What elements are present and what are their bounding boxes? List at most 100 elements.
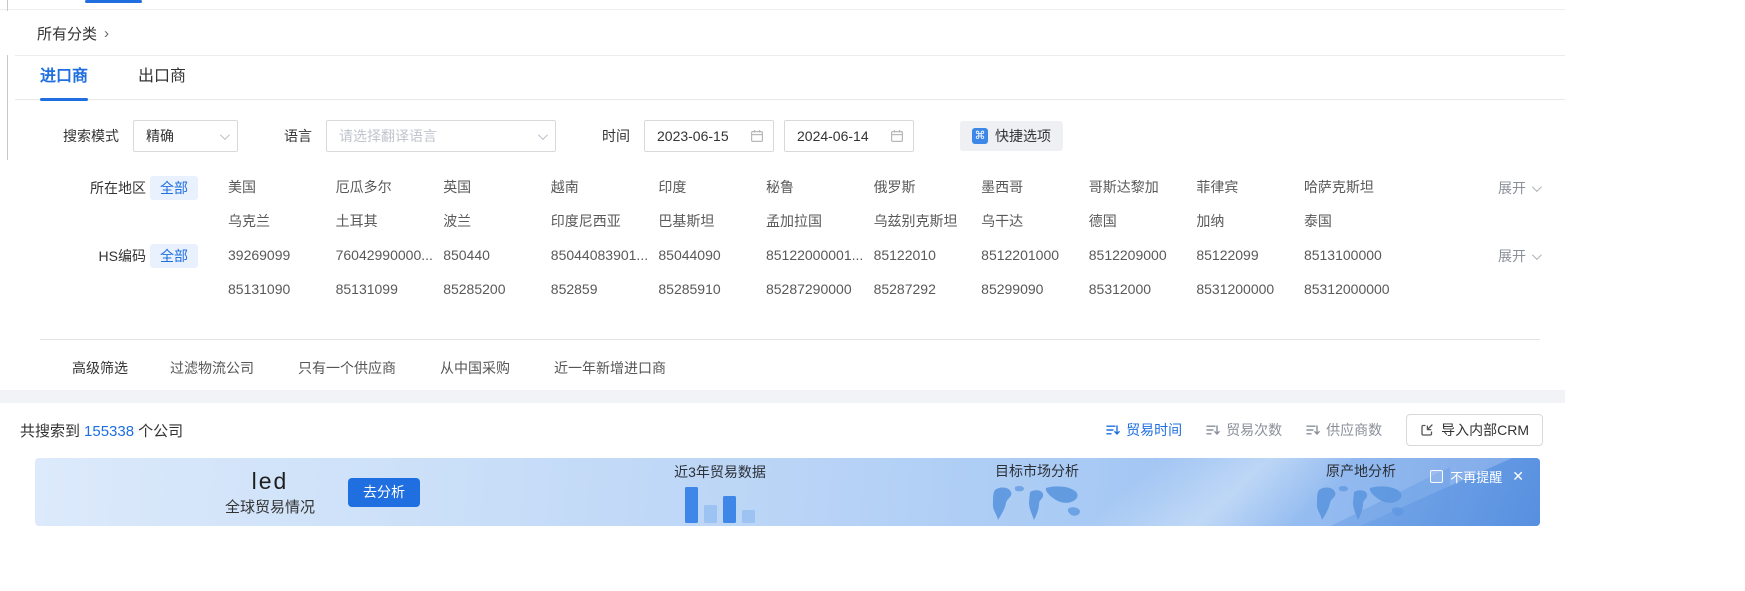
breadcrumb[interactable]: 所有分类 › [37, 23, 109, 44]
hs-code-option[interactable]: 85312000 [1089, 278, 1197, 300]
quick-options-button[interactable]: ⌘ 快捷选项 [960, 121, 1063, 151]
start-date-input[interactable]: 2023-06-15 [644, 120, 774, 152]
region-row-1: 美国厄瓜多尔英国越南印度秘鲁俄罗斯墨西哥哥斯达黎加菲律宾哈萨克斯坦 [228, 176, 1412, 198]
region-option[interactable]: 哈萨克斯坦 [1304, 176, 1412, 198]
results-header: 共搜索到155338个公司 贸易时间 贸易次数 [0, 403, 1565, 455]
region-option[interactable]: 俄罗斯 [874, 176, 982, 198]
advanced-option[interactable]: 从中国采购 [440, 358, 510, 378]
region-option[interactable]: 德国 [1089, 210, 1197, 232]
analyze-button[interactable]: 去分析 [348, 478, 420, 507]
region-option[interactable]: 印度尼西亚 [551, 210, 659, 232]
hs-code-option[interactable]: 76042990000... [336, 244, 444, 266]
origin-title: 原产地分析 [1305, 461, 1417, 481]
region-option[interactable]: 泰国 [1304, 210, 1412, 232]
region-option[interactable]: 印度 [658, 176, 766, 198]
chevron-down-icon [220, 130, 230, 140]
region-option[interactable]: 乌克兰 [228, 210, 336, 232]
advanced-filter-row: 高级筛选 过滤物流公司只有一个供应商从中国采购近一年新增进口商 [15, 358, 1565, 378]
dismiss-checkbox[interactable] [1430, 470, 1443, 483]
language-select[interactable]: 请选择翻译语言 [326, 120, 556, 152]
region-option[interactable]: 乌干达 [981, 210, 1089, 232]
hs-code-option[interactable]: 8512201000 [981, 244, 1089, 266]
hs-code-facet: HS编码 全部 3926909976042990000...8504408504… [15, 244, 1565, 300]
hs-all-chip[interactable]: 全部 [150, 244, 198, 268]
region-facet: 所在地区 全部 美国厄瓜多尔英国越南印度秘鲁俄罗斯墨西哥哥斯达黎加菲律宾哈萨克斯… [15, 176, 1565, 232]
region-row-2: 乌克兰土耳其波兰印度尼西亚巴基斯坦孟加拉国乌兹别克斯坦乌干达德国加纳泰国 [228, 210, 1412, 232]
advanced-option[interactable]: 近一年新增进口商 [554, 358, 666, 378]
region-option[interactable]: 美国 [228, 176, 336, 198]
region-option[interactable]: 厄瓜多尔 [336, 176, 444, 198]
hs-code-option[interactable]: 85312000000 [1304, 278, 1412, 300]
hs-code-option[interactable]: 85285200 [443, 278, 551, 300]
command-icon: ⌘ [972, 128, 988, 144]
hs-code-option[interactable]: 85287290000 [766, 278, 874, 300]
hs-expand-link[interactable]: 展开 [1498, 244, 1539, 268]
region-option[interactable]: 墨西哥 [981, 176, 1089, 198]
region-expand-link[interactable]: 展开 [1498, 176, 1539, 200]
region-option[interactable]: 土耳其 [336, 210, 444, 232]
search-mode-label: 搜索模式 [63, 126, 119, 146]
chevron-down-icon [1532, 182, 1542, 192]
sort-items: 贸易时间 贸易次数 供应商数 [1106, 420, 1406, 440]
hs-code-option[interactable]: 8512209000 [1089, 244, 1197, 266]
chart-bar [742, 510, 755, 523]
hs-code-option[interactable]: 39269099 [228, 244, 336, 266]
region-all-chip[interactable]: 全部 [150, 176, 198, 200]
hs-code-option[interactable]: 85131099 [336, 278, 444, 300]
hs-code-option[interactable]: 85285910 [658, 278, 766, 300]
bar-chart-icon [664, 485, 776, 523]
hs-code-option[interactable]: 85044083901... [551, 244, 659, 266]
hs-code-option[interactable]: 85044090 [658, 244, 766, 266]
tab[interactable]: 进口商 [40, 56, 88, 100]
hs-code-option[interactable]: 85122010 [874, 244, 982, 266]
calendar-icon [890, 129, 904, 143]
import-crm-button[interactable]: 导入内部CRM [1406, 414, 1543, 446]
sort-option[interactable]: 贸易次数 [1206, 420, 1282, 440]
hs-code-option[interactable]: 85122000001... [766, 244, 874, 266]
analysis-banner: led 全球贸易情况 去分析 近3年贸易数据 目标市场分析 [35, 458, 1540, 526]
hs-code-option[interactable]: 85122099 [1196, 244, 1304, 266]
hs-code-option[interactable]: 8513100000 [1304, 244, 1412, 266]
sort-option[interactable]: 贸易时间 [1106, 420, 1182, 440]
sort-group: 贸易时间 贸易次数 供应商数 [1106, 414, 1543, 446]
hs-code-option[interactable]: 852859 [551, 278, 659, 300]
hs-code-option[interactable]: 85299090 [981, 278, 1089, 300]
chevron-right-icon: › [104, 25, 109, 42]
end-date-input[interactable]: 2024-06-14 [784, 120, 914, 152]
hs-code-option[interactable]: 85287292 [874, 278, 982, 300]
origin-section: 原产地分析 [1305, 461, 1417, 524]
hs-code-label: HS编码 [72, 244, 146, 268]
active-tab-indicator [85, 0, 142, 3]
advanced-option[interactable]: 只有一个供应商 [298, 358, 396, 378]
divider [40, 339, 1540, 340]
hs-code-option[interactable]: 850440 [443, 244, 551, 266]
import-icon [1420, 423, 1434, 437]
tab[interactable]: 出口商 [138, 56, 186, 100]
chevron-down-icon [1532, 250, 1542, 260]
results-count-number: 155338 [84, 423, 134, 440]
hs-row-1: 3926909976042990000...85044085044083901.… [228, 244, 1412, 266]
region-option[interactable]: 菲律宾 [1196, 176, 1304, 198]
search-controls-row: 搜索模式 精确 语言 请选择翻译语言 时间 2023-06-15 2024-06… [15, 120, 1565, 152]
filter-card: 进口商 出口商 搜索模式 精确 语言 请选择翻译语言 时间 2023-06-15 … [15, 55, 1565, 404]
close-icon[interactable]: ✕ [1512, 470, 1524, 483]
sort-icon [1206, 423, 1220, 437]
region-option[interactable]: 巴基斯坦 [658, 210, 766, 232]
region-option[interactable]: 加纳 [1196, 210, 1304, 232]
advanced-option[interactable]: 过滤物流公司 [170, 358, 254, 378]
region-option[interactable]: 哥斯达黎加 [1089, 176, 1197, 198]
hs-code-option[interactable]: 85131090 [228, 278, 336, 300]
region-option[interactable]: 英国 [443, 176, 551, 198]
region-option[interactable]: 越南 [551, 176, 659, 198]
tabbar: 进口商 出口商 [15, 56, 1565, 100]
region-option[interactable]: 波兰 [443, 210, 551, 232]
region-option[interactable]: 乌兹别克斯坦 [874, 210, 982, 232]
keyword-block: led 全球贸易情况 [222, 468, 318, 517]
hs-code-option[interactable]: 8531200000 [1196, 278, 1304, 300]
dismiss-label: 不再提醒 [1450, 467, 1502, 486]
sort-option[interactable]: 供应商数 [1306, 420, 1382, 440]
region-option[interactable]: 秘鲁 [766, 176, 874, 198]
region-option[interactable]: 孟加拉国 [766, 210, 874, 232]
search-mode-select[interactable]: 精确 [133, 120, 238, 152]
page: 所有分类 › 进口商 出口商 搜索模式 精确 语言 请选择翻译语言 时间 2023… [0, 0, 1745, 591]
